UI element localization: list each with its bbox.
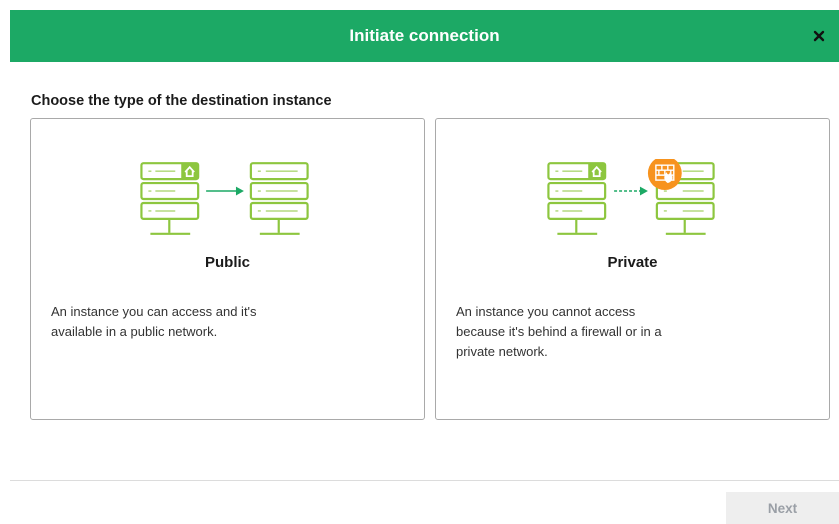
dashed-arrow-icon — [614, 186, 648, 196]
source-server-icon — [547, 162, 607, 235]
public-network-illustration — [140, 162, 309, 235]
close-icon[interactable] — [811, 28, 827, 44]
arrow-icon — [206, 186, 244, 196]
destination-server-icon — [249, 162, 309, 235]
card-title-public: Public — [204, 254, 250, 271]
footer-divider — [10, 480, 839, 481]
card-description-private: An instance you cannot access because it… — [456, 304, 662, 359]
card-title-private: Private — [607, 254, 658, 271]
next-button[interactable]: Next — [726, 492, 839, 524]
private-instance-card[interactable]: Private An instance you cannot access be… — [435, 118, 830, 420]
source-server-icon — [140, 162, 200, 235]
private-network-illustration — [547, 159, 715, 235]
dialog-title: Initiate connection — [349, 26, 500, 45]
public-instance-card[interactable]: Public An instance you can access and it… — [30, 118, 425, 420]
dialog-header: Initiate connection — [10, 10, 839, 62]
card-description-public: An instance you can access and it's avai… — [51, 304, 257, 339]
section-heading: Choose the type of the destination insta… — [31, 93, 332, 109]
